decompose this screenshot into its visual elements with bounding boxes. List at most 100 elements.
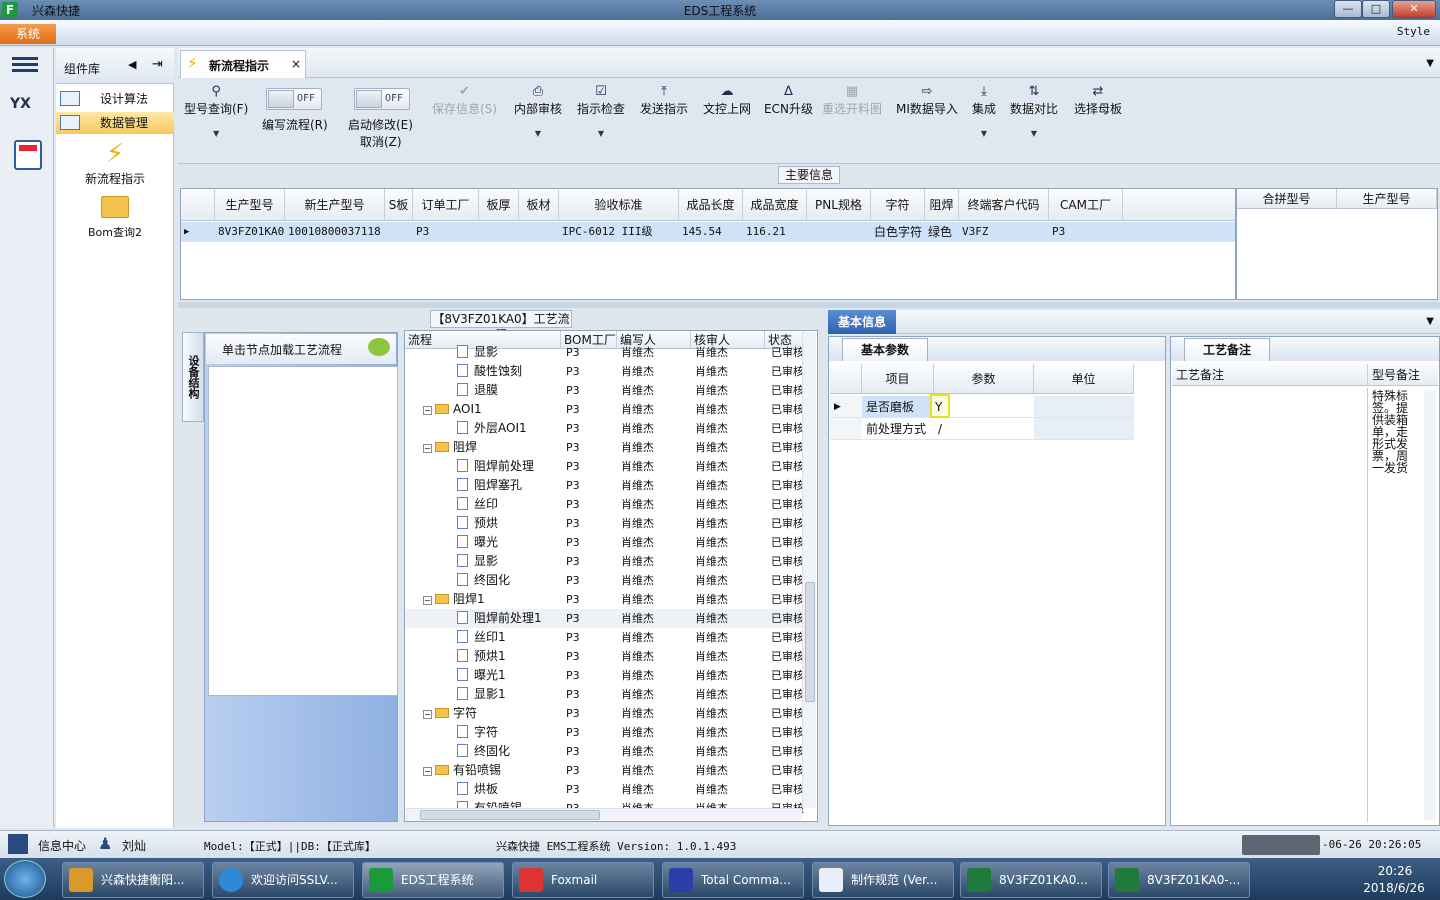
task-excel-1[interactable]: 8V3FZ01KA0...: [960, 862, 1102, 898]
param-value-input[interactable]: Y: [930, 394, 950, 418]
tree-row[interactable]: − 阻焊 P3 肖维杰 肖维杰 已审核: [405, 438, 805, 457]
tree-row[interactable]: − 阻焊1 P3 肖维杰 肖维杰 已审核: [405, 590, 805, 609]
dropdown-arrow-icon[interactable]: ▼: [1010, 129, 1058, 138]
tree-node-label[interactable]: 丝印1: [457, 628, 506, 647]
tab-basic-info[interactable]: 基本信息: [828, 310, 896, 334]
column-header[interactable]: 成品长度: [679, 189, 743, 221]
column-header[interactable]: 阻焊: [925, 189, 959, 221]
tree-node-label[interactable]: − 字符: [423, 704, 477, 723]
node-list[interactable]: [208, 366, 398, 696]
integrate-button[interactable]: ⤓ 集成 ▼: [972, 84, 996, 138]
param-unit-cell[interactable]: [1034, 418, 1134, 440]
dropdown-arrow-icon[interactable]: ▼: [972, 129, 996, 138]
tree-node-label[interactable]: 丝印: [457, 495, 498, 514]
ecn-upgrade-button[interactable]: ∆ ECN升级: [764, 84, 813, 117]
tree-row[interactable]: 曝光1 P3 肖维杰 肖维杰 已审核: [405, 666, 805, 685]
tab-equipment-structure[interactable]: 设备结构: [182, 332, 204, 422]
table-cell[interactable]: P3: [413, 222, 479, 242]
maximize-button[interactable]: □: [1362, 0, 1390, 18]
column-header[interactable]: 订单工厂: [413, 189, 479, 221]
param-unit-cell[interactable]: [1034, 396, 1134, 418]
column-header[interactable]: 板厚: [479, 189, 519, 221]
tab-new-flow[interactable]: ⚡ 新流程指示 ×: [180, 50, 306, 78]
table-cell[interactable]: 145.54: [679, 222, 743, 242]
tab-basic-params[interactable]: 基本参数: [842, 338, 928, 361]
task-spec-doc[interactable]: 制作规范 (Ver...: [812, 862, 954, 898]
tree-node-label[interactable]: 预烘1: [457, 647, 506, 666]
lib-item-bom-query[interactable]: Bom查询2: [56, 196, 174, 240]
tree-node-label[interactable]: 显影1: [457, 685, 506, 704]
tree-node-label[interactable]: − 阻焊: [423, 438, 477, 457]
data-compare-button[interactable]: ⇅ 数据对比 ▼: [1010, 84, 1058, 138]
lib-item-design-algorithm[interactable]: 设计算法: [56, 88, 174, 110]
column-header[interactable]: 生产型号: [215, 189, 285, 221]
tree-row[interactable]: − 有铅喷锡 P3 肖维杰 肖维杰 已审核: [405, 761, 805, 780]
column-header[interactable]: S板: [385, 189, 413, 221]
model-query-button[interactable]: ⚲ 型号查询(F) ▼: [184, 84, 248, 138]
table-cell[interactable]: P3: [1049, 222, 1123, 242]
speech-bubble-icon[interactable]: [368, 338, 390, 356]
system-tray-icons[interactable]: [1256, 868, 1346, 890]
tree-node-label[interactable]: − AOI1: [423, 400, 482, 419]
tree-row[interactable]: 丝印 P3 肖维杰 肖维杰 已审核: [405, 495, 805, 514]
tab-close-icon[interactable]: ×: [291, 57, 301, 71]
vertical-scrollbar[interactable]: [802, 332, 816, 808]
task-excel-2[interactable]: 8V3FZ01KA0-...: [1108, 862, 1250, 898]
close-window-button[interactable]: ✕: [1392, 0, 1436, 18]
tree-node-label[interactable]: 显影: [457, 343, 498, 362]
scrollbar-thumb[interactable]: [805, 582, 815, 702]
column-header[interactable]: 参数: [934, 364, 1034, 394]
windows-grid-icon[interactable]: [8, 834, 28, 854]
tree-node-label[interactable]: 曝光1: [457, 666, 506, 685]
column-header[interactable]: 验收标准: [559, 189, 679, 221]
collapse-toggle-icon[interactable]: −: [423, 710, 432, 719]
table-cell[interactable]: V3FZ: [959, 222, 1049, 242]
tree-row[interactable]: 终固化 P3 肖维杰 肖维杰 已审核: [405, 571, 805, 590]
tree-row[interactable]: 酸性蚀刻 P3 肖维杰 肖维杰 已审核: [405, 362, 805, 381]
column-header[interactable]: 合拼型号: [1237, 189, 1337, 209]
model-remark-text[interactable]: 特殊标签。提供装箱单，走形式发票，周一发货: [1372, 390, 1418, 490]
lib-item-new-flow[interactable]: ⚡ 新流程指示: [56, 138, 174, 187]
tree-row[interactable]: 预烘1 P3 肖维杰 肖维杰 已审核: [405, 647, 805, 666]
panel-dropdown-icon[interactable]: ▼: [1426, 316, 1434, 327]
column-header[interactable]: 单位: [1034, 364, 1134, 394]
collapse-toggle-icon[interactable]: −: [423, 767, 432, 776]
table-cell[interactable]: 白色字符: [871, 222, 925, 242]
tree-node-label[interactable]: 字符: [457, 723, 498, 742]
column-header[interactable]: PNL规格: [807, 189, 871, 221]
column-header[interactable]: 终端客户代码: [959, 189, 1049, 221]
tree-row[interactable]: 终固化 P3 肖维杰 肖维杰 已审核: [405, 742, 805, 761]
tree-row[interactable]: 曝光 P3 肖维杰 肖维杰 已审核: [405, 533, 805, 552]
task-hyxs[interactable]: 兴森快捷衡阳...: [62, 862, 204, 898]
scrollbar-thumb[interactable]: [420, 810, 600, 820]
task-ie[interactable]: 欢迎访问SSLV...: [212, 862, 354, 898]
column-header[interactable]: 新生产型号: [285, 189, 385, 221]
collapse-toggle-icon[interactable]: −: [423, 406, 432, 415]
table-cell[interactable]: 绿色: [925, 222, 959, 242]
tree-row[interactable]: 退膜 P3 肖维杰 肖维杰 已审核: [405, 381, 805, 400]
tab-dropdown-icon[interactable]: ▼: [1426, 58, 1434, 69]
tree-node-label[interactable]: 退膜: [457, 381, 498, 400]
tree-node-label[interactable]: 酸性蚀刻: [457, 362, 522, 381]
collapse-toggle-icon[interactable]: −: [423, 596, 432, 605]
reselect-material-button[interactable]: ▦ 重选开料图: [822, 84, 882, 117]
tree-row[interactable]: 显影 P3 肖维杰 肖维杰 已审核: [405, 343, 805, 362]
tray-icons[interactable]: [1242, 835, 1320, 855]
factory-icon[interactable]: YX: [10, 96, 44, 128]
collapse-left-icon[interactable]: ◀: [128, 58, 136, 71]
table-cell[interactable]: 116.21: [743, 222, 807, 242]
dropdown-arrow-icon[interactable]: ▼: [184, 129, 248, 138]
tree-row[interactable]: 字符 P3 肖维杰 肖维杰 已审核: [405, 723, 805, 742]
tree-node-label[interactable]: 阻焊塞孔: [457, 476, 522, 495]
instruction-check-button[interactable]: ☑ 指示检查 ▼: [577, 84, 625, 138]
table-cell[interactable]: [479, 222, 519, 242]
tree-node-label[interactable]: 显影: [457, 552, 498, 571]
column-header[interactable]: 板材: [519, 189, 559, 221]
tree-node-label[interactable]: 曝光: [457, 533, 498, 552]
tree-row[interactable]: 外层AOI1 P3 肖维杰 肖维杰 已审核: [405, 419, 805, 438]
param-value-cell[interactable]: /: [934, 418, 1034, 440]
process-remark-textarea[interactable]: [1172, 388, 1368, 822]
mi-import-button[interactable]: ⇨ MI数据导入: [896, 84, 958, 117]
calculator-icon[interactable]: [14, 140, 42, 170]
table-cell[interactable]: 8V3FZ01KA0: [215, 222, 285, 242]
